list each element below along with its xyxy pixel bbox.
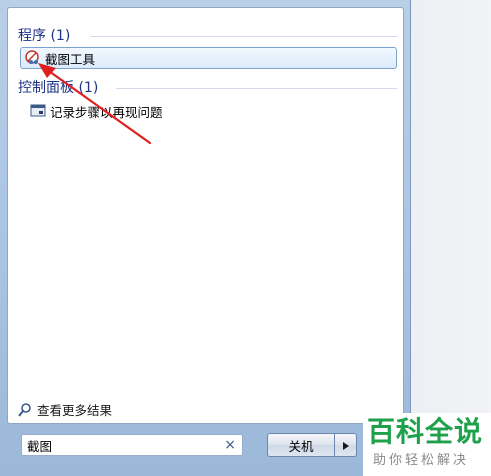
programs-group-header: 程序 (1) [18,28,71,44]
desktop-background [411,0,491,476]
result-item-label: 记录步骤以再现问题 [50,104,163,120]
search-input[interactable] [27,437,217,453]
result-item-snipping-tool[interactable]: 截图工具 [20,47,397,69]
programs-group-divider [90,36,397,37]
result-item-label: 截图工具 [45,51,96,67]
snipping-tool-icon [25,50,41,66]
shutdown-button[interactable]: 关机 [267,433,335,457]
clear-search-icon[interactable]: × [224,437,236,453]
see-more-label: 查看更多结果 [37,403,113,418]
control-panel-group-header: 控制面板 (1) [18,80,99,96]
control-panel-group-divider [116,88,397,89]
search-box[interactable]: × [21,434,243,456]
magnifier-icon [17,402,33,418]
watermark-subtitle: 助你轻松解决 [373,453,470,468]
search-results-panel: 程序 (1) 截图工具 控制面板 (1) 记录步骤以再现问题 查看更多结果 [7,7,404,424]
watermark-badge: 百科全说 助你轻松解决 [363,413,491,476]
steps-recorder-icon [30,103,46,119]
start-menu-frame: 程序 (1) 截图工具 控制面板 (1) 记录步骤以再现问题 查看更多结果 截图… [0,0,411,476]
triangle-right-icon [342,436,350,455]
see-more-results-link[interactable]: 查看更多结果 [17,400,112,419]
shutdown-options-button[interactable] [335,433,357,457]
result-item-steps-recorder[interactable]: 记录步骤以再现问题 [26,100,396,122]
watermark-title: 百科全说 [367,415,484,448]
